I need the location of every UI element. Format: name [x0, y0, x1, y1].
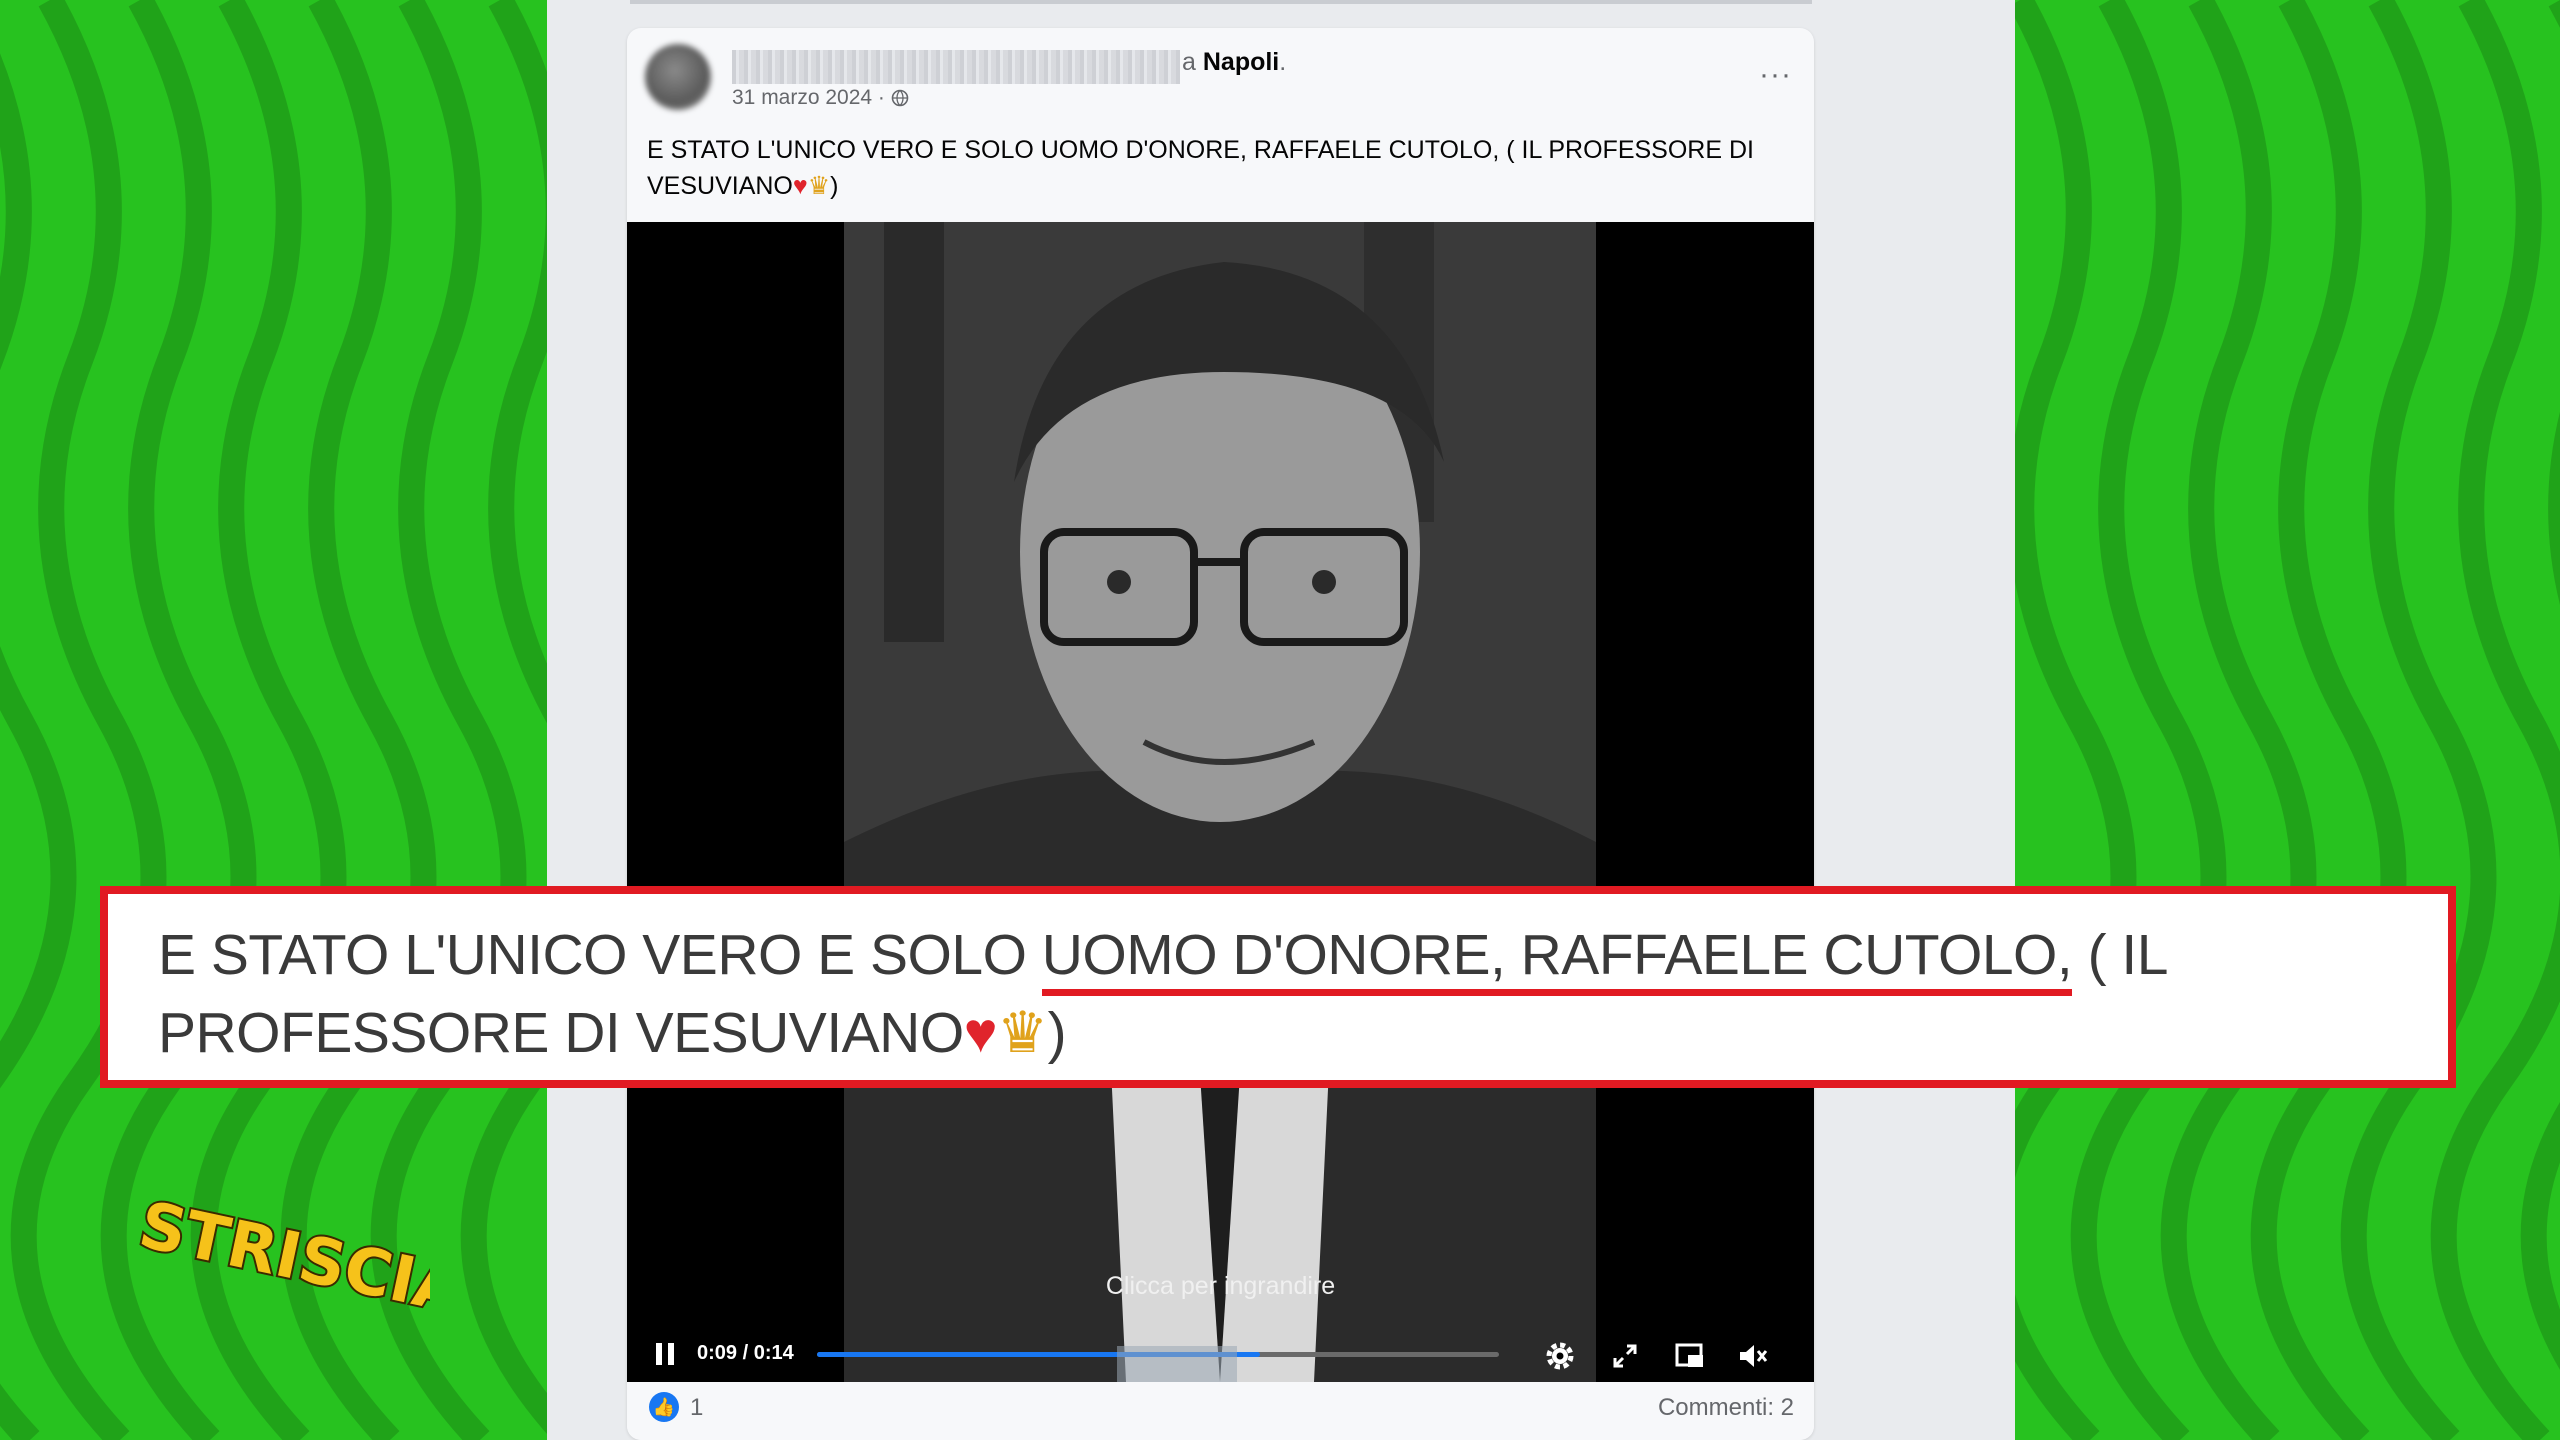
location-link[interactable]: Napoli — [1203, 48, 1279, 76]
video-player[interactable]: Clicca per ingrandire 0:09 / 0:14 — [627, 222, 1814, 1390]
banner-heart-emoji-icon: ♥ — [963, 1001, 998, 1065]
location-prefix: a — [1182, 48, 1196, 76]
previous-post-edge — [630, 0, 1812, 4]
portrait-photo — [844, 222, 1596, 1382]
post-location-line: a Napoli. — [1182, 48, 1286, 77]
more-options-button[interactable]: ··· — [1759, 58, 1792, 92]
picture-in-picture-icon[interactable] — [1672, 1338, 1708, 1374]
video-progress-bar[interactable] — [817, 1346, 1499, 1390]
comments-count[interactable]: Commenti: 2 — [1658, 1394, 1794, 1422]
mute-icon[interactable] — [1735, 1338, 1771, 1374]
like-count[interactable]: 1 — [690, 1394, 703, 1422]
post-footer: 👍 1 Commenti: 2 — [627, 1382, 1814, 1440]
author-avatar[interactable] — [645, 44, 711, 110]
banner-text-end: ) — [1047, 1001, 1067, 1065]
pause-icon[interactable] — [653, 1340, 677, 1368]
banner-highlighted-text: UOMO D'ONORE, RAFFAELE CUTOLO, — [1041, 923, 2073, 996]
location-suffix: . — [1279, 48, 1287, 76]
settings-gear-icon[interactable] — [1542, 1338, 1578, 1374]
quote-highlight-banner: E STATO L'UNICO VERO E SOLO UOMO D'ONORE… — [100, 886, 2456, 1088]
video-time: 0:09 / 0:14 — [697, 1342, 794, 1364]
video-controls: 0:09 / 0:14 — [627, 1330, 1814, 1390]
facebook-post: a Napoli. 31 marzo 2024 · ··· E STATO L'… — [627, 28, 1814, 1440]
like-thumb-icon: 👍 — [649, 1392, 679, 1422]
globe-icon — [891, 89, 909, 107]
fullscreen-icon[interactable] — [1607, 1338, 1643, 1374]
crown-emoji-icon: ♛ — [807, 172, 831, 200]
heart-emoji-icon: ♥ — [792, 172, 808, 200]
post-meta: 31 marzo 2024 · — [732, 86, 909, 110]
post-text: E STATO L'UNICO VERO E SOLO UOMO D'ONORE… — [647, 132, 1787, 204]
video-frame-portrait — [844, 222, 1596, 1382]
post-date[interactable]: 31 marzo 2024 · — [732, 86, 885, 110]
banner-text-part1: E STATO L'UNICO VERO E SOLO — [158, 923, 1042, 987]
logo-text: STRISCIA — [133, 1188, 430, 1329]
post-text-end: ) — [830, 172, 839, 200]
banner-text: E STATO L'UNICO VERO E SOLO UOMO D'ONORE… — [158, 916, 2418, 1072]
striscia-logo: STRISCIA — [131, 1186, 430, 1331]
banner-crown-emoji-icon: ♛ — [997, 1001, 1048, 1065]
video-caption[interactable]: Clicca per ingrandire — [627, 1272, 1814, 1301]
author-name-blurred[interactable] — [732, 50, 1180, 84]
